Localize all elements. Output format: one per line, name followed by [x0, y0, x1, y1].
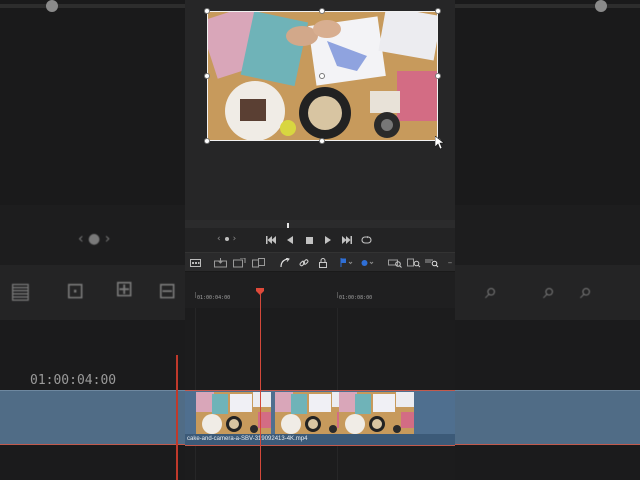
bg-clip	[0, 390, 185, 445]
stop-button[interactable]	[303, 233, 315, 247]
insert-clip-icon	[213, 258, 227, 268]
loop-icon	[360, 236, 372, 244]
marker-icon	[361, 260, 373, 266]
ruler-timecode-1: 01:00:04:00	[197, 295, 231, 301]
bg-handle	[46, 0, 58, 12]
bg-insert-icon: ⊡	[66, 279, 85, 304]
bg-replace-icon: ⊟	[158, 279, 177, 304]
resize-handle-top-left[interactable]	[204, 8, 210, 14]
skip-to-start-button[interactable]	[265, 233, 277, 247]
bg-handle-right	[595, 0, 607, 12]
bg-clip-right	[455, 390, 640, 445]
replace-clip-icon	[251, 258, 265, 268]
chevron-right-icon[interactable]: ›	[233, 234, 237, 244]
link-icon	[299, 259, 309, 267]
resize-handle-bottom[interactable]	[319, 138, 325, 144]
clip-name-bar: cake-and-camera-a-SBV-319092413-4K.mp4	[185, 434, 455, 445]
app-window: ‹ › – 01:00:04:00 01:00:08:00 cake-and-c…	[185, 0, 455, 480]
bg-timecode: 01:00:04:00	[30, 373, 117, 388]
zoom-custom-button[interactable]	[425, 256, 439, 270]
link-button[interactable]	[298, 256, 310, 270]
timeline-clip[interactable]: cake-and-camera-a-SBV-319092413-4K.mp4	[185, 390, 455, 446]
play-reverse-icon	[286, 236, 293, 244]
insert-clip-button[interactable]	[213, 256, 227, 270]
bg-playhead	[176, 355, 178, 480]
bg-toolbar: ▤ ⊡ ⊞ ⊟	[0, 265, 185, 320]
transform-center-handle[interactable]	[319, 73, 325, 79]
trim-icon	[280, 258, 290, 268]
flag-icon	[340, 258, 352, 267]
replace-clip-button[interactable]	[251, 256, 265, 270]
trim-button[interactable]	[279, 256, 291, 270]
overwrite-clip-icon	[232, 258, 245, 268]
playhead[interactable]	[259, 293, 261, 480]
mouse-cursor-icon	[435, 136, 445, 150]
resize-handle-right[interactable]	[435, 73, 441, 79]
flag-button[interactable]	[339, 256, 353, 270]
overwrite-clip-button[interactable]	[232, 256, 246, 270]
bg-viewer	[0, 0, 185, 205]
bg-zoom-icon-2: ⌕	[543, 279, 556, 304]
bg-nav-icon: ‹ ● ›	[78, 231, 111, 247]
marker-button[interactable]	[360, 256, 374, 270]
play-icon	[324, 236, 331, 244]
resize-handle-top[interactable]	[319, 8, 325, 14]
stop-icon	[305, 236, 313, 244]
play-button[interactable]	[322, 233, 334, 247]
zoom-full-icon	[388, 259, 402, 268]
bg-overwrite-icon: ⊞	[115, 277, 134, 302]
resize-handle-top-right[interactable]	[435, 8, 441, 14]
resize-handle-bottom-left[interactable]	[204, 138, 210, 144]
bg-film-icon: ▤	[10, 279, 31, 304]
background-left: ‹ ● › ▤ ⊡ ⊞ ⊟ 01:00:04:00	[0, 0, 185, 480]
clip-name: cake-and-camera-a-SBV-319092413-4K.mp4	[187, 436, 308, 442]
transport-controls: ‹ ›	[185, 228, 455, 252]
film-strip-button[interactable]	[189, 256, 201, 270]
skip-to-start-icon	[266, 236, 276, 244]
skip-to-end-button[interactable]	[341, 233, 353, 247]
zoom-full-button[interactable]	[388, 256, 402, 270]
loop-button[interactable]	[360, 233, 372, 247]
lock-icon	[319, 258, 327, 268]
ruler-timecode-2: 01:00:08:00	[339, 295, 373, 301]
bg-zoom-icon: ⌕	[485, 279, 498, 304]
resize-handle-left[interactable]	[204, 73, 210, 79]
chevron-left-icon[interactable]: ‹	[217, 234, 221, 244]
zoom-custom-icon	[425, 259, 439, 268]
edit-toolbar: –	[185, 252, 455, 272]
clip-navigation[interactable]: ‹ ›	[217, 234, 236, 244]
zoom-detail-icon	[407, 258, 421, 268]
skip-to-end-icon	[342, 236, 352, 244]
dot-icon	[224, 237, 229, 241]
toolbar-overflow[interactable]: –	[447, 256, 453, 270]
play-reverse-button[interactable]	[284, 233, 296, 247]
zoom-detail-button[interactable]	[407, 256, 421, 270]
film-strip-icon	[189, 259, 201, 267]
clip-thumbnail	[339, 392, 414, 434]
bg-transport: ‹ ● ›	[0, 205, 185, 265]
bg-zoom-icon-3: ⌕	[580, 279, 593, 304]
background-right: ⌕ ⌕ ⌕	[455, 0, 640, 480]
lock-button[interactable]	[317, 256, 329, 270]
timeline-ruler[interactable]: 01:00:04:00 01:00:08:00	[185, 286, 455, 308]
viewer-scrub-bar[interactable]	[185, 220, 455, 228]
